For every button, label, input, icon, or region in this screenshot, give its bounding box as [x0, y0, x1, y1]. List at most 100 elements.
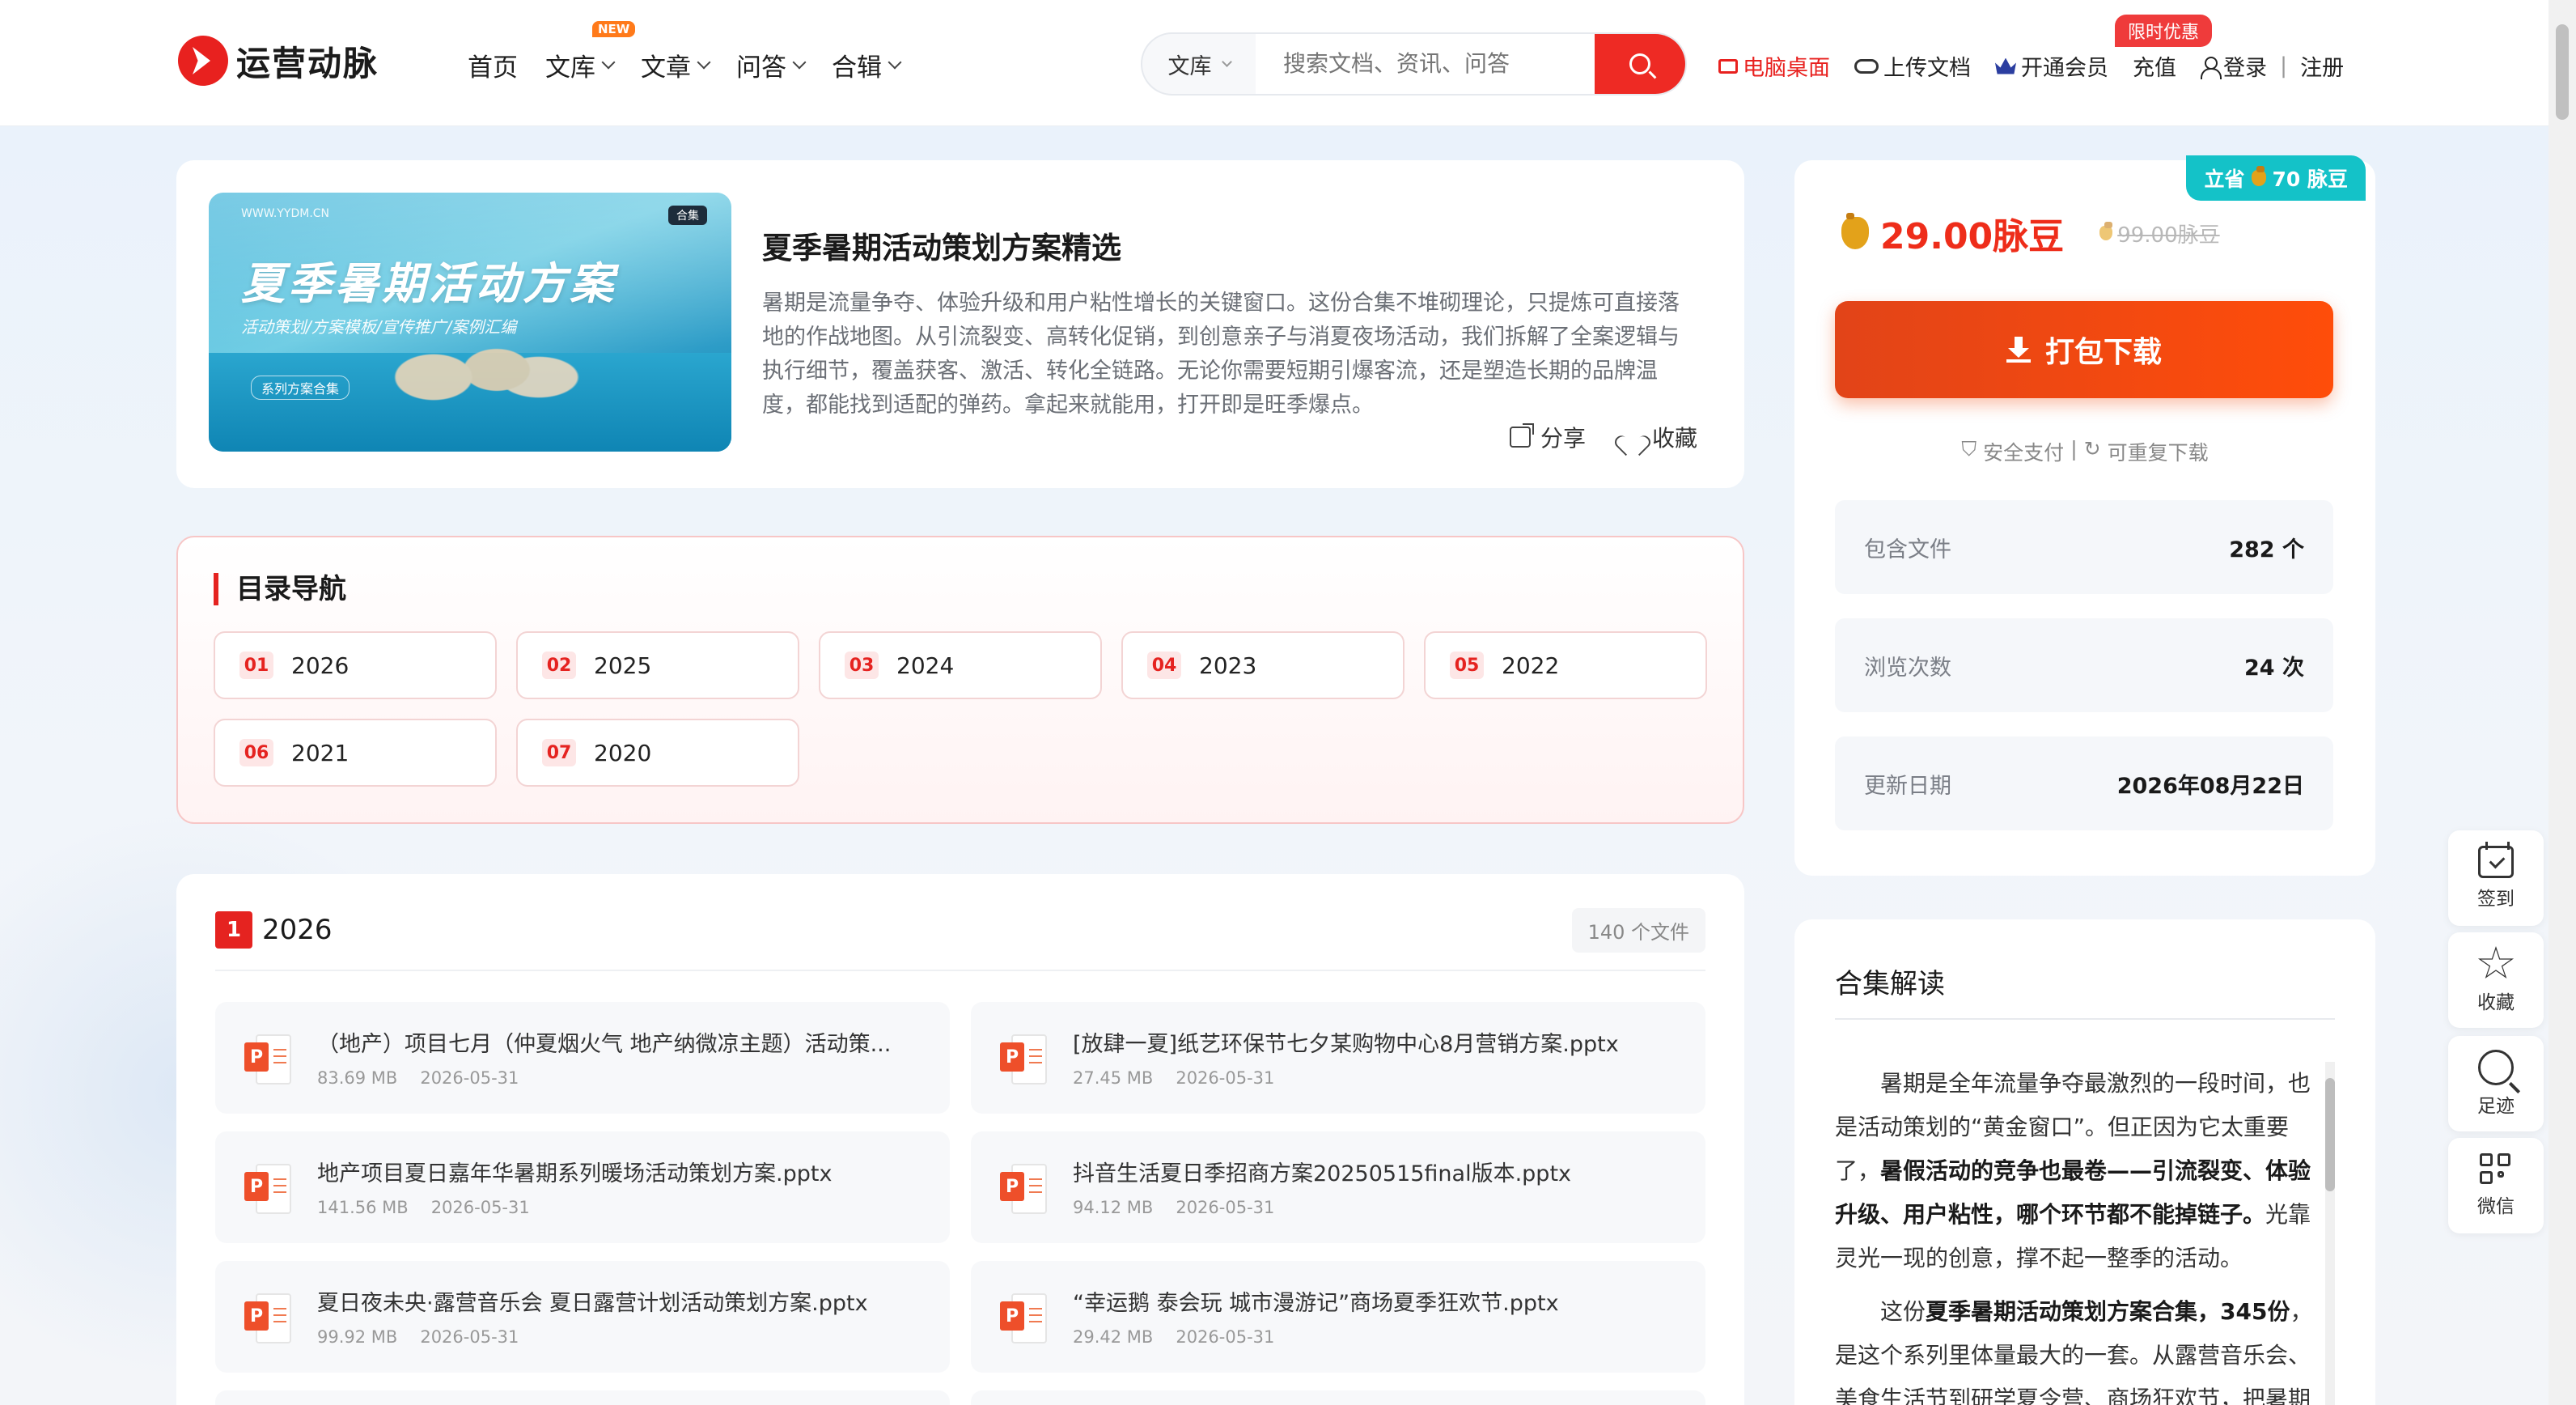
checkin-button[interactable]: 签到	[2448, 830, 2544, 926]
collection-description: 暑期是流量争夺、体验升级和用户粘性增长的关键窗口。这份合集不堆砌理论，只提炼可直…	[762, 291, 1680, 418]
desktop-link-label: 电脑桌面	[1743, 56, 1830, 81]
file-section-card: 1 2026 140 个文件 P （地产）项目七月（仲夏烟火气 地产纳微凉主题）…	[176, 874, 1744, 1405]
toc-item[interactable]: 03 2024	[819, 631, 1102, 699]
float-label: 足迹	[2477, 1096, 2515, 1117]
section-file-count: 140 个文件	[1571, 908, 1705, 953]
collection-hero-card: WWW.YYDM.CN 合集 夏季暑期活动方案 活动策划/方案模板/宣传推广/案…	[176, 160, 1744, 488]
file-size: 83.69 MB	[317, 1068, 398, 1088]
nav-home[interactable]: 首页	[468, 47, 518, 83]
file-item[interactable]	[971, 1390, 1705, 1405]
site-logo[interactable]: 运营动脉	[178, 36, 379, 86]
ppt-file-icon: P	[244, 1293, 291, 1343]
float-label: 签到	[2477, 889, 2515, 910]
register-link[interactable]: 注册	[2300, 50, 2344, 82]
stat-view-count: 浏览次数 24 次	[1835, 618, 2333, 712]
secure-pay-label: 安全支付	[1983, 441, 2065, 465]
vip-link[interactable]: 开通会员	[1995, 50, 2108, 82]
upload-link[interactable]: 上传文档	[1854, 50, 1971, 82]
purchase-card: 立省 70 脉豆 29.00脉豆 99.00脉豆 打包下载 ⛉ 安全支付 | ↻…	[1794, 155, 2375, 876]
download-icon	[2006, 337, 2031, 363]
search-icon	[1629, 53, 1650, 74]
toc-item-number: 01	[239, 652, 273, 679]
file-date: 2026-05-31	[430, 1198, 530, 1217]
favorite-float-button[interactable]: 收藏	[2448, 932, 2544, 1028]
footprint-icon	[2478, 1050, 2514, 1085]
nav-library[interactable]: NEW 文库	[545, 21, 636, 83]
search-input[interactable]	[1256, 34, 1595, 94]
login-link[interactable]: 登录	[2223, 50, 2267, 82]
original-price-value: 99.00脉豆	[2117, 223, 2220, 248]
text-run-bold: 暑假活动的竞争也最卷——引流裂变、体验升级、用户粘性，哪个环节都不能掉链子。	[1835, 1157, 2311, 1228]
toc-item[interactable]: 06 2021	[214, 719, 497, 787]
interpretation-paragraph: 暑期是全年流量争夺最激烈的一段时间，也是活动策划的“黄金窗口”。但正因为它太重要…	[1835, 1062, 2320, 1280]
toc-item[interactable]: 07 2020	[516, 719, 799, 787]
toc-item[interactable]: 02 2025	[516, 631, 799, 699]
file-item[interactable]: P “幸运鹅 泰会玩 城市漫游记”商场夏季狂欢节.pptx 29.42 MB 20…	[971, 1261, 1705, 1373]
wechat-button[interactable]: 微信	[2448, 1138, 2544, 1233]
scrollbar-thumb[interactable]	[2556, 24, 2569, 120]
share-button[interactable]: 分享	[1509, 421, 1586, 453]
cloud-upload-icon	[1854, 58, 1879, 74]
nav-articles[interactable]: 文章	[641, 47, 711, 83]
toc-item-number: 02	[542, 652, 576, 679]
toc-item[interactable]: 04 2023	[1121, 631, 1405, 699]
page-scrollbar[interactable]	[2548, 0, 2576, 1405]
file-item[interactable]	[215, 1390, 950, 1405]
interpretation-scrollbar[interactable]	[2325, 1062, 2335, 1405]
nav-collections[interactable]: 合辑	[832, 47, 902, 83]
scrollbar-thumb[interactable]	[2325, 1078, 2335, 1191]
logo-text: 运营动脉	[236, 43, 379, 83]
hero-actions: 分享 收藏	[1509, 421, 1697, 453]
stat-key: 更新日期	[1864, 773, 1951, 799]
original-price: 99.00脉豆	[2099, 219, 2220, 248]
bundle-download-button[interactable]: 打包下载	[1835, 301, 2333, 398]
search-category-select[interactable]: 文库	[1142, 34, 1256, 94]
file-size: 27.45 MB	[1073, 1068, 1154, 1088]
stat-value: 2026年08月22日	[2116, 773, 2304, 799]
main-nav: 首页 NEW 文库 文章 问答 合辑	[468, 21, 927, 83]
file-meta: 99.92 MB 2026-05-31	[317, 1327, 519, 1347]
toc-item[interactable]: 05 2022	[1424, 631, 1707, 699]
user-icon	[2201, 56, 2222, 79]
toc-item[interactable]: 01 2026	[214, 631, 497, 699]
recharge-link[interactable]: 充值	[2133, 50, 2176, 82]
nav-label: 首页	[468, 53, 518, 83]
stat-update-date: 更新日期 2026年08月22日	[1835, 736, 2333, 830]
toc-item-label: 2026	[291, 652, 350, 679]
download-label: 打包下载	[2044, 336, 2162, 369]
file-size: 141.56 MB	[317, 1198, 409, 1217]
cover-badge: 合集	[668, 206, 707, 225]
ppt-file-icon: P	[244, 1034, 291, 1085]
file-item[interactable]: P 地产项目夏日嘉年华暑期系列暖场活动策划方案.pptx 141.56 MB 20…	[215, 1131, 950, 1243]
file-item[interactable]: P 夏日夜未央·露营音乐会 夏日露营计划活动策划方案.pptx 99.92 MB…	[215, 1261, 950, 1373]
file-date: 2026-05-31	[420, 1068, 519, 1088]
file-item[interactable]: P （地产）项目七月（仲夏烟火气 地产纳微凉主题）活动策... 83.69 MB…	[215, 1002, 950, 1114]
toc-item-number: 06	[239, 739, 273, 766]
stat-value: 282 个	[2229, 537, 2304, 562]
shield-check-icon: ⛉	[1961, 437, 1977, 461]
new-badge: NEW	[592, 21, 636, 37]
cover-figures	[371, 290, 581, 435]
favorite-button[interactable]: 收藏	[1621, 421, 1697, 453]
collection-cover-image[interactable]: WWW.YYDM.CN 合集 夏季暑期活动方案 活动策划/方案模板/宣传推广/案…	[209, 193, 731, 452]
promo-badge: 限时优惠	[2115, 15, 2213, 47]
upload-link-label: 上传文档	[1883, 56, 1971, 81]
nav-qa[interactable]: 问答	[736, 47, 807, 83]
cover-subtitle: 活动策划/方案模板/宣传推广/案例汇编	[241, 317, 517, 337]
favorite-label: 收藏	[1651, 425, 1697, 452]
top-header: 运营动脉 首页 NEW 文库 文章 问答 合辑 文库 限时优惠 电脑桌面 上传文…	[0, 0, 2576, 126]
toc-item-label: 2020	[594, 739, 652, 766]
search-button[interactable]	[1595, 34, 1685, 94]
recharge-link-label: 充值	[2133, 56, 2176, 81]
cover-url: WWW.YYDM.CN	[241, 207, 330, 220]
toc-item-number: 07	[542, 739, 576, 766]
file-item[interactable]: P 抖音生活夏日季招商方案20250515final版本.pptx 94.12 …	[971, 1131, 1705, 1243]
history-button[interactable]: 足迹	[2448, 1036, 2544, 1131]
coin-bag-icon	[2251, 166, 2266, 186]
file-meta: 29.42 MB 2026-05-31	[1073, 1327, 1274, 1347]
file-name: [放肆一夏]纸艺环保节七夕某购物中心8月营销方案.pptx	[1073, 1032, 1619, 1057]
desktop-link[interactable]: 电脑桌面	[1718, 50, 1830, 82]
file-date: 2026-05-31	[1176, 1327, 1275, 1347]
file-name: 抖音生活夏日季招商方案20250515final版本.pptx	[1073, 1161, 1572, 1186]
file-item[interactable]: P [放肆一夏]纸艺环保节七夕某购物中心8月营销方案.pptx 27.45 MB…	[971, 1002, 1705, 1114]
